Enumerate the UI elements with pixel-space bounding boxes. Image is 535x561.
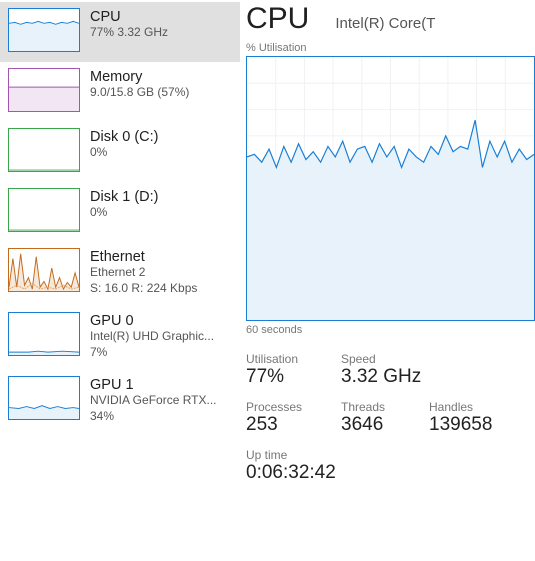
- stat-speed: Speed 3.32 GHz: [341, 352, 421, 388]
- sidebar-item-gpu-0[interactable]: GPU 0 Intel(R) UHD Graphic... 7%: [0, 306, 240, 370]
- sidebar-item-title: CPU: [90, 9, 168, 25]
- stats-panel: Utilisation 77% Speed 3.32 GHz Processes…: [246, 352, 535, 484]
- stat-threads: Threads 3646: [341, 400, 429, 436]
- sidebar-item-title: GPU 0: [90, 313, 214, 329]
- sidebar-item-title: Memory: [90, 69, 189, 85]
- performance-sidebar: CPU 77% 3.32 GHz Memory 9.0/15.8 GB (57%…: [0, 0, 240, 561]
- sidebar-item-gpu-1[interactable]: GPU 1 NVIDIA GeForce RTX... 34%: [0, 370, 240, 434]
- cpu-utilisation-chart[interactable]: [246, 56, 535, 321]
- gpu-thumbnail: [8, 312, 80, 356]
- stat-processes: Processes 253: [246, 400, 341, 436]
- sidebar-item-disk-1[interactable]: Disk 1 (D:) 0%: [0, 182, 240, 242]
- sidebar-item-title: GPU 1: [90, 377, 216, 393]
- stat-uptime: Up time 0:06:32:42: [246, 448, 535, 484]
- sidebar-item-sub2: 34%: [90, 409, 216, 425]
- memory-thumbnail: [8, 68, 80, 112]
- sidebar-item-cpu[interactable]: CPU 77% 3.32 GHz: [0, 2, 240, 62]
- sidebar-item-sub: NVIDIA GeForce RTX...: [90, 393, 216, 409]
- sidebar-item-sub2: S: 16.0 R: 224 Kbps: [90, 281, 197, 297]
- page-subtitle: Intel(R) Core(T: [335, 15, 435, 32]
- sidebar-item-sub: 0%: [90, 205, 158, 221]
- sidebar-item-sub2: 7%: [90, 345, 214, 361]
- chart-bottom-label: 60 seconds: [246, 324, 535, 336]
- sidebar-item-memory[interactable]: Memory 9.0/15.8 GB (57%): [0, 62, 240, 122]
- ethernet-thumbnail: [8, 248, 80, 292]
- main-panel: CPU Intel(R) Core(T % Utilisation: [240, 0, 535, 561]
- chart-top-label: % Utilisation: [246, 42, 535, 54]
- sidebar-item-title: Disk 1 (D:): [90, 189, 158, 205]
- disk-thumbnail: [8, 188, 80, 232]
- disk-thumbnail: [8, 128, 80, 172]
- sidebar-item-sub: 9.0/15.8 GB (57%): [90, 85, 189, 101]
- cpu-thumbnail: [8, 8, 80, 52]
- sidebar-item-disk-0[interactable]: Disk 0 (C:) 0%: [0, 122, 240, 182]
- sidebar-item-title: Ethernet: [90, 249, 197, 265]
- sidebar-item-sub: Intel(R) UHD Graphic...: [90, 329, 214, 345]
- sidebar-item-title: Disk 0 (C:): [90, 129, 158, 145]
- sidebar-item-ethernet[interactable]: Ethernet Ethernet 2 S: 16.0 R: 224 Kbps: [0, 242, 240, 306]
- stat-utilisation: Utilisation 77%: [246, 352, 341, 388]
- sidebar-item-sub: Ethernet 2: [90, 265, 197, 281]
- gpu-thumbnail: [8, 376, 80, 420]
- stat-handles: Handles 139658: [429, 400, 492, 436]
- sidebar-item-sub: 0%: [90, 145, 158, 161]
- page-title: CPU: [246, 2, 309, 36]
- sidebar-item-sub: 77% 3.32 GHz: [90, 25, 168, 41]
